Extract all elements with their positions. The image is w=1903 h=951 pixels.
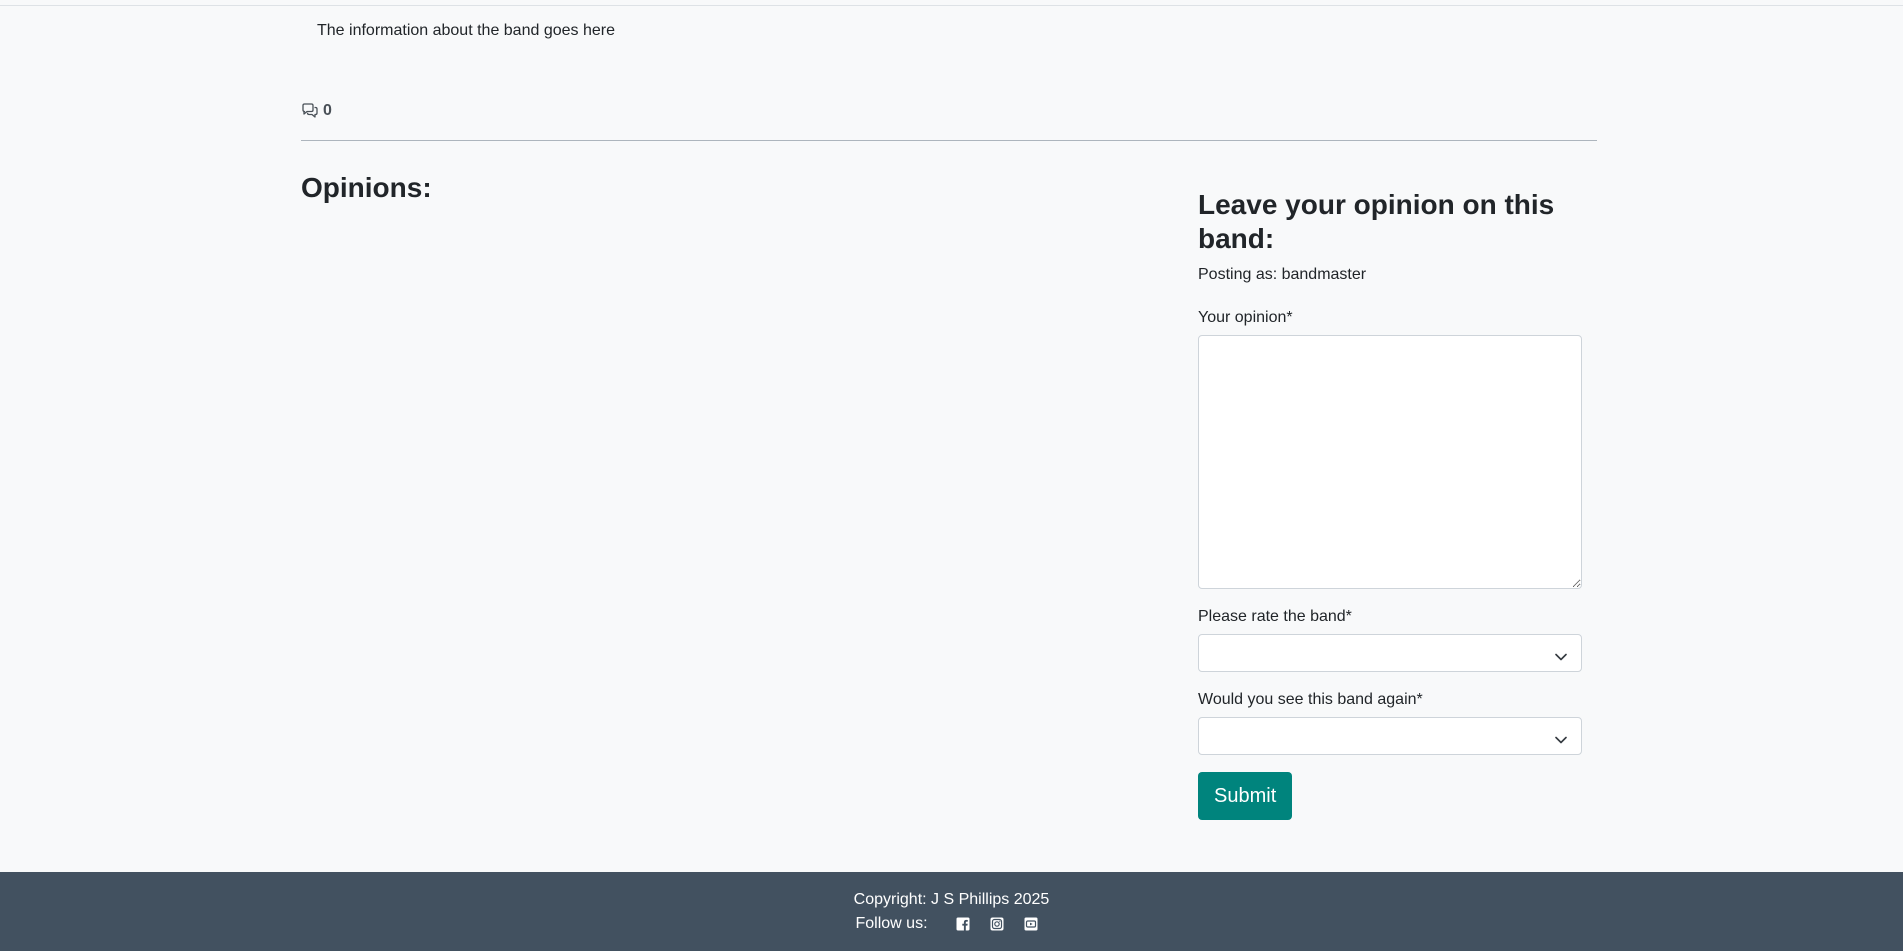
section-divider [301, 140, 1597, 141]
band-information: The information about the band goes here [317, 22, 615, 39]
chevron-down-icon [1555, 648, 1567, 666]
footer: Copyright: J S Phillips 2025 Follow us: [0, 872, 1903, 951]
see-again-label: Would you see this band again* [1198, 691, 1423, 708]
facebook-icon[interactable] [955, 916, 971, 932]
chat-bubbles-icon [301, 103, 319, 119]
instagram-icon[interactable] [989, 916, 1005, 932]
top-divider [0, 5, 1903, 6]
opinions-heading: Opinions: [301, 172, 432, 203]
posting-as-text: Posting as: bandmaster [1198, 266, 1367, 283]
copyright-text: Copyright: J S Phillips 2025 [853, 891, 1050, 908]
comment-count: 0 [301, 102, 332, 120]
comment-count-value: 0 [323, 102, 332, 119]
submit-button[interactable]: Submit [1198, 772, 1293, 820]
rating-select[interactable] [1198, 634, 1582, 672]
form-heading: Leave your opinion on this band: [1198, 189, 1555, 254]
follow-us-label: Follow us: [855, 915, 928, 932]
chevron-down-icon [1555, 731, 1567, 749]
rating-label: Please rate the band* [1198, 608, 1352, 625]
opinion-textarea[interactable] [1198, 335, 1582, 589]
follow-us: Follow us: [0, 915, 1903, 933]
opinion-form: Leave your opinion on this band: Posting… [1198, 188, 1582, 820]
youtube-icon[interactable] [1023, 916, 1039, 932]
opinion-label: Your opinion* [1198, 309, 1293, 326]
see-again-select[interactable] [1198, 717, 1582, 755]
